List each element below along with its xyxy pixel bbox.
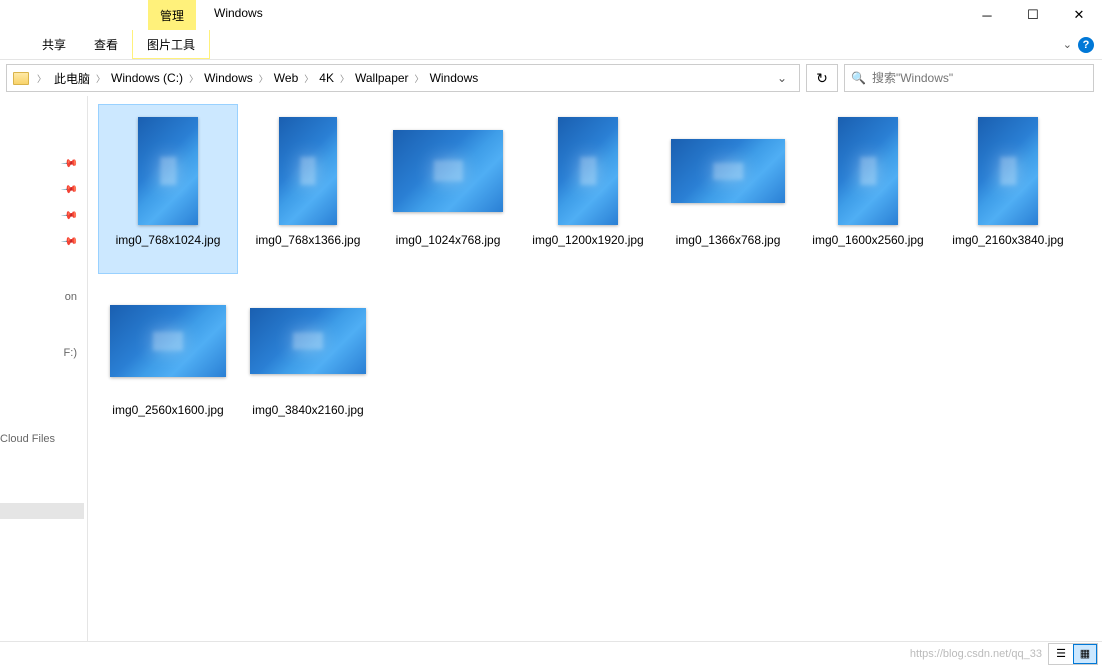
file-label: img0_2560x1600.jpg: [112, 403, 223, 419]
breadcrumb-item[interactable]: Wallpaper: [351, 65, 413, 91]
refresh-button[interactable]: ↻: [806, 64, 838, 92]
file-thumbnail: [248, 111, 368, 231]
file-thumbnail: [528, 111, 648, 231]
breadcrumb[interactable]: 〉 此电脑〉Windows (C:)〉Windows〉Web〉4K〉Wallpa…: [6, 64, 800, 92]
sidebar-quick-pin[interactable]: 📌: [0, 176, 87, 202]
file-item[interactable]: img0_3840x2160.jpg: [238, 274, 378, 444]
sidebar-scroll-indicator: [0, 503, 84, 519]
ribbon-tab-manage[interactable]: 管理: [148, 0, 196, 30]
view-details-button[interactable]: ☰: [1049, 644, 1073, 664]
watermark-text: https://blog.csdn.net/qq_33: [910, 648, 1042, 660]
file-thumbnail: [248, 281, 368, 401]
breadcrumb-item[interactable]: Windows: [200, 65, 257, 91]
file-thumbnail: [808, 111, 928, 231]
file-item[interactable]: img0_1600x2560.jpg: [798, 104, 938, 274]
file-label: img0_1366x768.jpg: [676, 233, 781, 249]
chevron-right-icon[interactable]: 〉: [35, 72, 48, 85]
file-label: img0_2160x3840.jpg: [952, 233, 1063, 249]
file-thumbnail: [948, 111, 1068, 231]
chevron-right-icon[interactable]: 〉: [338, 72, 351, 85]
chevron-right-icon[interactable]: 〉: [94, 72, 107, 85]
file-thumbnail: [388, 111, 508, 231]
file-content-area[interactable]: img0_768x1024.jpg img0_768x1366.jpg img0_1…: [88, 96, 1102, 665]
ribbon-sub-picture-tools[interactable]: 图片工具: [132, 30, 210, 59]
file-thumbnail: [668, 111, 788, 231]
file-label: img0_768x1366.jpg: [256, 233, 361, 249]
chevron-right-icon[interactable]: 〉: [257, 72, 270, 85]
search-icon: 🔍: [851, 71, 866, 85]
file-item[interactable]: img0_1366x768.jpg: [658, 104, 798, 274]
chevron-right-icon[interactable]: 〉: [187, 72, 200, 85]
search-input[interactable]: [872, 71, 1087, 85]
breadcrumb-item[interactable]: Web: [270, 65, 302, 91]
maximize-button[interactable]: ☐: [1010, 0, 1056, 30]
sidebar: 📌 📌 📌 📌 on F:) Cloud Files: [0, 96, 88, 665]
close-button[interactable]: ✕: [1056, 0, 1102, 30]
file-label: img0_3840x2160.jpg: [252, 403, 363, 419]
status-bar: https://blog.csdn.net/qq_33 ☰ ▦: [0, 641, 1102, 665]
address-bar-row: 〉 此电脑〉Windows (C:)〉Windows〉Web〉4K〉Wallpa…: [0, 60, 1102, 96]
view-toggle: ☰ ▦: [1048, 643, 1098, 665]
breadcrumb-item[interactable]: 4K: [315, 65, 338, 91]
ribbon-sub-tabs: 共享 查看 图片工具 ⌄ ?: [0, 30, 1102, 60]
sidebar-quick-pin[interactable]: 📌: [0, 228, 87, 254]
file-item[interactable]: img0_768x1366.jpg: [238, 104, 378, 274]
ribbon-sub-view[interactable]: 查看: [80, 30, 132, 59]
sidebar-item[interactable]: on: [0, 284, 87, 310]
file-label: img0_1024x768.jpg: [396, 233, 501, 249]
breadcrumb-item[interactable]: 此电脑: [50, 65, 94, 91]
file-item[interactable]: img0_2160x3840.jpg: [938, 104, 1078, 274]
breadcrumb-item[interactable]: Windows: [426, 65, 483, 91]
sidebar-quick-pin[interactable]: 📌: [0, 150, 87, 176]
chevron-right-icon[interactable]: 〉: [302, 72, 315, 85]
file-thumbnail: [108, 111, 228, 231]
file-item[interactable]: img0_2560x1600.jpg: [98, 274, 238, 444]
file-thumbnail: [108, 281, 228, 401]
file-item[interactable]: img0_1200x1920.jpg: [518, 104, 658, 274]
file-label: img0_768x1024.jpg: [116, 233, 221, 249]
help-icon[interactable]: ?: [1078, 37, 1094, 53]
file-item[interactable]: img0_768x1024.jpg: [98, 104, 238, 274]
breadcrumb-item[interactable]: Windows (C:): [107, 65, 187, 91]
view-thumbnails-button[interactable]: ▦: [1073, 644, 1097, 664]
chevron-down-icon[interactable]: ⌄: [1063, 38, 1072, 51]
breadcrumb-dropdown[interactable]: ⌄: [769, 65, 795, 91]
sidebar-item[interactable]: Cloud Files: [0, 426, 87, 452]
file-item[interactable]: img0_1024x768.jpg: [378, 104, 518, 274]
sidebar-item[interactable]: F:): [0, 340, 87, 366]
title-bar: 管理 Windows ─ ☐ ✕: [0, 0, 1102, 30]
search-box[interactable]: 🔍: [844, 64, 1094, 92]
file-label: img0_1600x2560.jpg: [812, 233, 923, 249]
folder-icon: [13, 72, 29, 85]
file-label: img0_1200x1920.jpg: [532, 233, 643, 249]
sidebar-quick-pin[interactable]: 📌: [0, 202, 87, 228]
ribbon-sub-share[interactable]: 共享: [28, 30, 80, 59]
minimize-button[interactable]: ─: [964, 0, 1010, 30]
window-title: Windows: [196, 0, 281, 30]
chevron-right-icon[interactable]: 〉: [413, 72, 426, 85]
